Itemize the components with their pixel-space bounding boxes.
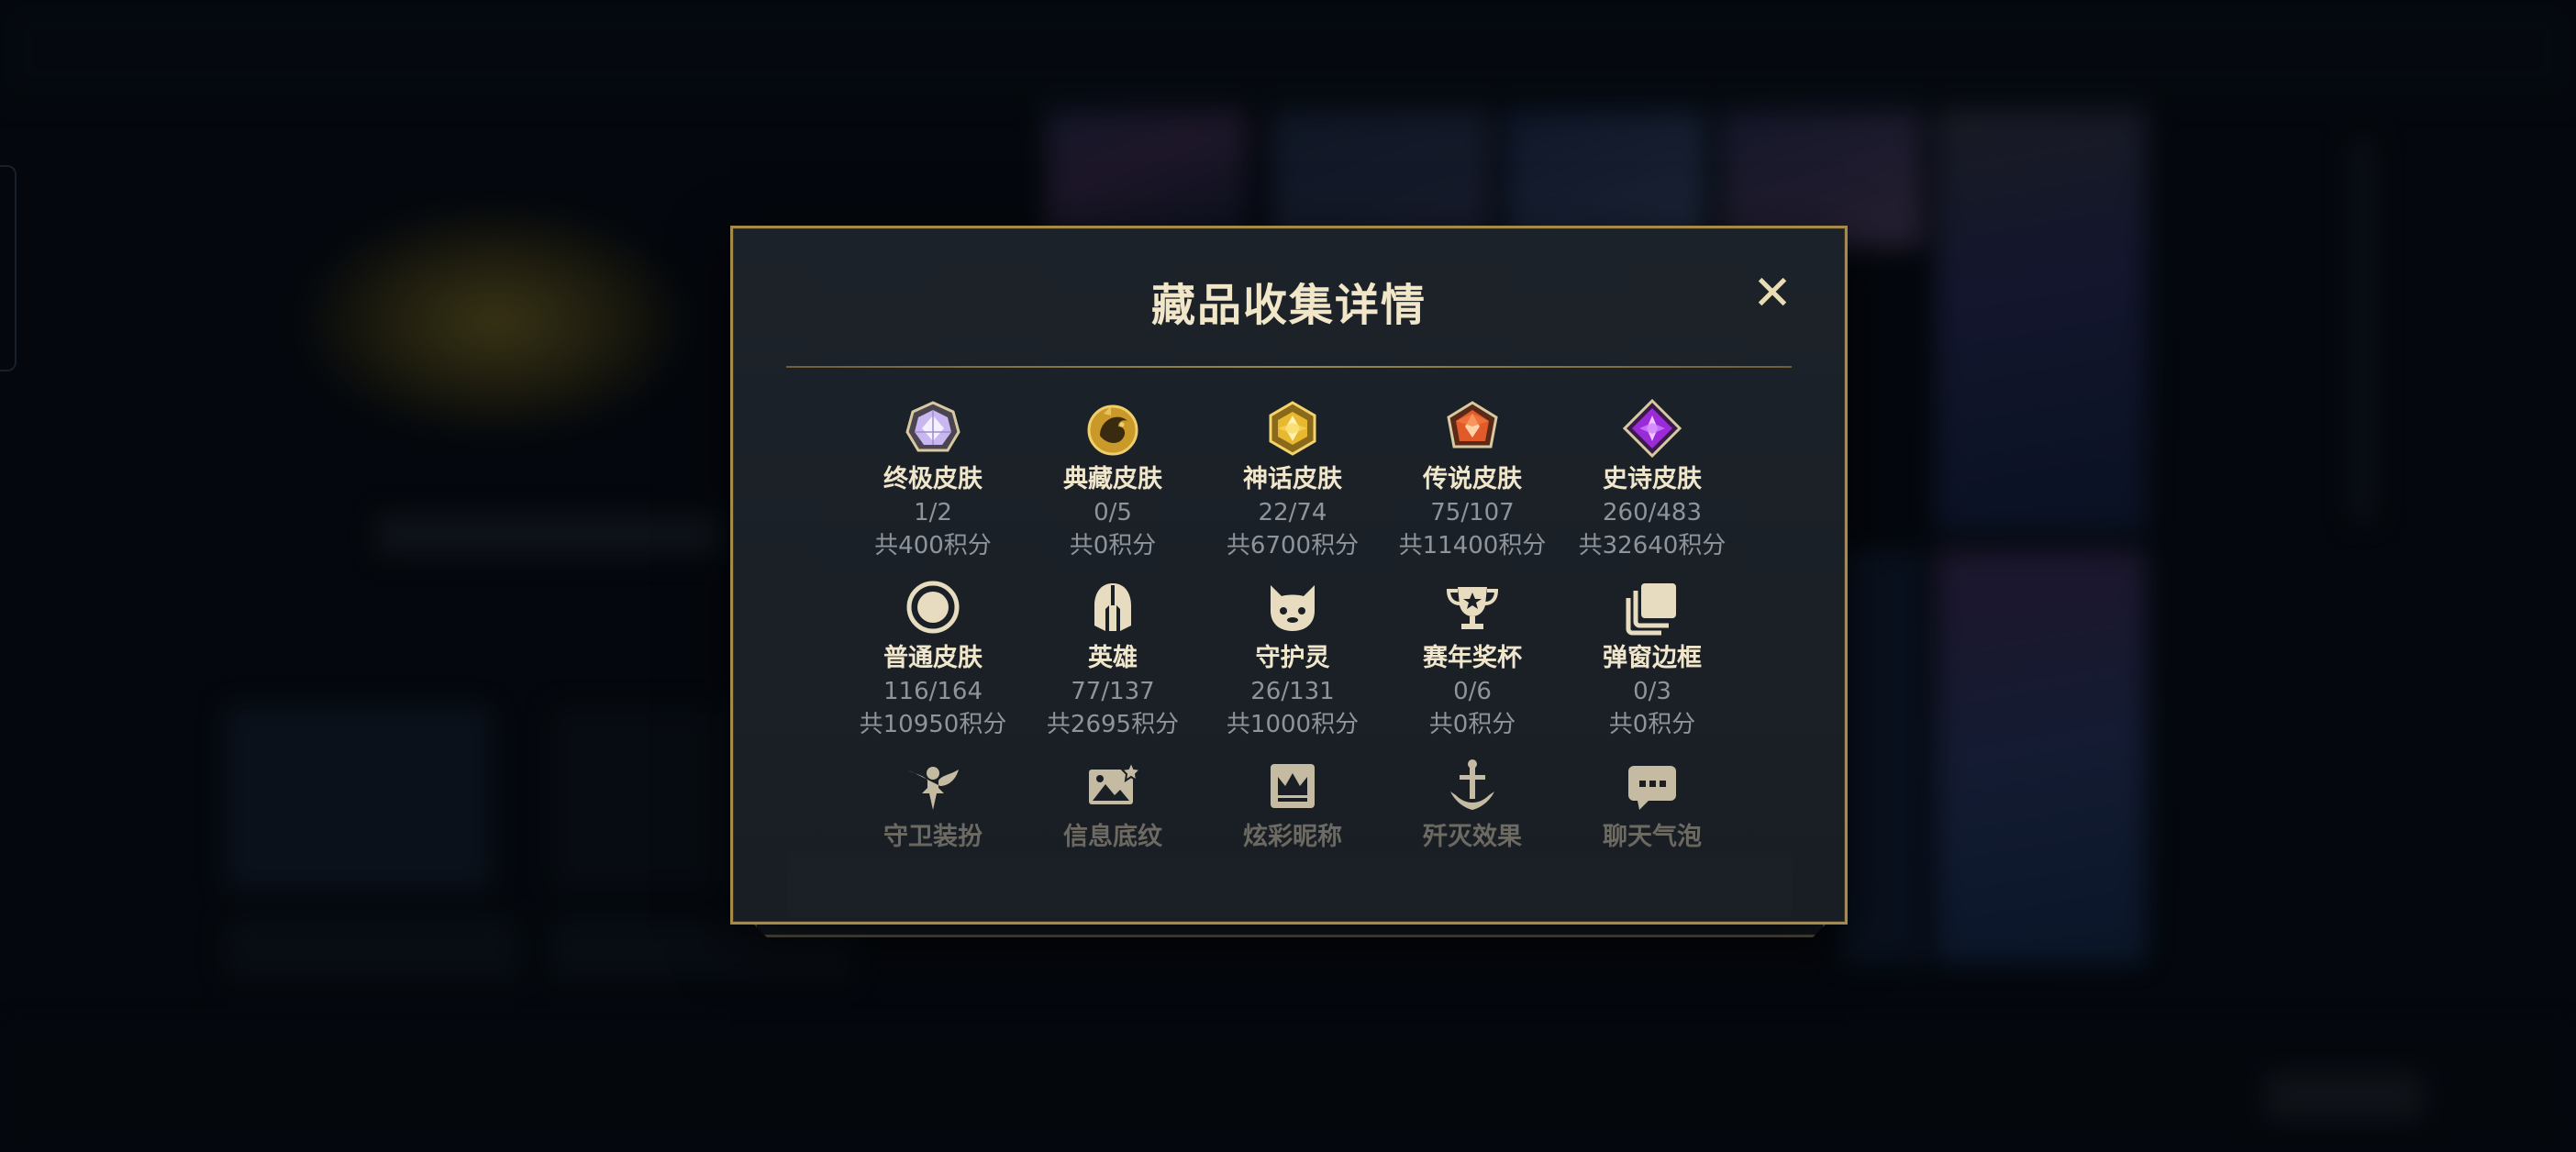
item-points: 共1000积分 [1226,711,1360,738]
item-points: 共6700积分 [1226,532,1360,559]
item-count: 22/74 [1258,499,1327,526]
item-name: 普通皮肤 [883,644,983,672]
item-name: 终极皮肤 [883,465,983,493]
collection-item-color-nickname: 炫彩昵称 [1203,757,1382,854]
collection-item-guardian-outfit: 守卫装扮 [843,757,1023,854]
epic-skin-gem-icon [1623,399,1682,458]
legendary-skin-gem-icon [1447,401,1498,449]
item-count: 26/131 [1250,678,1335,705]
item-name: 英雄 [1088,644,1138,672]
collector-skin-dragon-icon [1087,404,1138,456]
collection-item-mythic-skin: 神话皮肤 22/74 共6700积分 [1203,399,1382,562]
collection-item-epic-skin: 史诗皮肤 260/483 共32640积分 [1562,399,1742,562]
item-points: 共11400积分 [1398,532,1547,559]
popup-frame-icon [1626,583,1676,636]
item-count: 0/6 [1453,678,1492,705]
collection-item-ultimate-skin: 终极皮肤 1/2 共400积分 [843,399,1023,562]
collection-item-collector-skin: 典藏皮肤 0/5 共0积分 [1023,399,1203,562]
item-points: 共10950积分 [859,711,1007,738]
item-points: 共2695积分 [1046,711,1180,738]
item-count: 75/107 [1430,499,1515,526]
collection-item-chat-bubble: 聊天气泡 [1562,757,1742,854]
collection-item-kill-effect: 歼灭效果 [1382,757,1562,854]
item-count: 0/3 [1633,678,1671,705]
collection-item-info-pattern: 信息底纹 [1023,757,1203,854]
guardian-outfit-icon [907,767,959,810]
collection-item-hero: 英雄 77/137 共2695积分 [1023,578,1203,741]
mythic-skin-gem-icon [1269,401,1316,456]
scroll-fade [788,843,1792,916]
collection-item-popup-frame: 弹窗边框 0/3 共0积分 [1562,578,1742,741]
item-name: 守护灵 [1255,644,1330,672]
item-count: 1/2 [914,499,952,526]
collection-details-dialog: 藏品收集详情 ✕ 终极皮肤 1/2 共400积分 典藏皮肤 0/5 共0积分 神… [730,226,1848,925]
season-trophy-icon [1446,587,1499,629]
item-count: 0/5 [1094,499,1132,526]
item-name: 赛年奖杯 [1423,644,1522,672]
item-name: 典藏皮肤 [1063,465,1162,493]
item-name: 弹窗边框 [1603,644,1702,672]
item-name: 史诗皮肤 [1603,465,1702,493]
collection-item-season-trophy: 赛年奖杯 0/6 共0积分 [1382,578,1562,741]
collection-row: 终极皮肤 1/2 共400积分 典藏皮肤 0/5 共0积分 神话皮肤 22/74… [843,399,1742,578]
item-name: 神话皮肤 [1243,465,1342,493]
item-points: 共32640积分 [1578,532,1727,559]
dialog-title: 藏品收集详情 [1150,280,1427,331]
collection-item-legendary-skin: 传说皮肤 75/107 共11400积分 [1382,399,1562,562]
item-name: 传说皮肤 [1423,465,1522,493]
guardian-creature-icon [1271,585,1315,631]
item-points: 共0积分 [1069,532,1157,559]
collection-item-guardian: 守护灵 26/131 共1000积分 [1203,578,1382,741]
close-button[interactable]: ✕ [1749,270,1795,317]
normal-skin-ring-icon [906,581,960,634]
item-points: 共0积分 [1428,711,1516,738]
collection-row: 普通皮肤 116/164 共10950积分 英雄 77/137 共2695积分 [843,578,1742,757]
item-points: 共400积分 [874,532,992,559]
item-count: 77/137 [1071,678,1155,705]
ultimate-skin-gem-icon [905,401,960,452]
item-points: 共0积分 [1608,711,1696,738]
kill-effect-sword-icon [1450,759,1494,810]
chat-bubble-icon [1628,766,1676,810]
hero-helmet-icon [1094,583,1131,631]
color-nickname-crown-icon [1271,764,1315,808]
item-count: 260/483 [1602,499,1702,526]
title-divider [786,366,1792,368]
collection-item-normal-skin: 普通皮肤 116/164 共10950积分 [843,578,1023,741]
item-count: 116/164 [883,678,983,705]
info-pattern-icon [1089,759,1142,804]
